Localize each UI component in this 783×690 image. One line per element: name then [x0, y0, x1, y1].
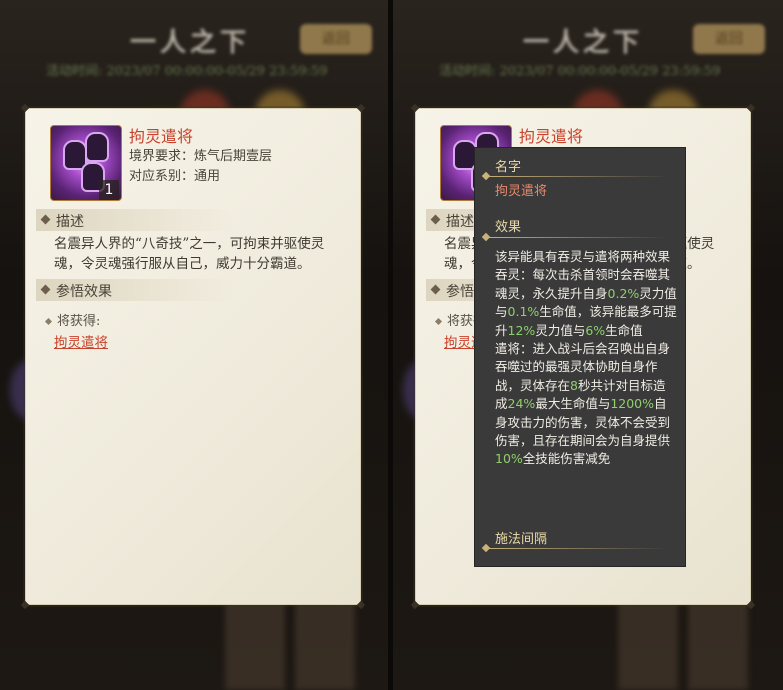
header-divider [483, 237, 668, 238]
card-corner [410, 103, 420, 113]
desc-text: 名震异人界的“八奇技”之一，可拘束并驱使灵魂，令灵魂强行服从自己，威力十分霸道。 [54, 236, 325, 272]
qianjiang-text: 最大生命值与 [535, 396, 611, 412]
realm-requirement: 境界要求：炼气后期壹层 [129, 149, 273, 164]
tunling-value: 0.2% [607, 285, 640, 301]
header-divider [483, 548, 668, 549]
bg-strip [295, 600, 355, 690]
diamond-icon [430, 214, 441, 225]
tooltip-interval-header: 施法间隔 [495, 532, 548, 547]
effect-intro: 该异能具有吞灵与遣将两种效果 [495, 249, 671, 264]
tunling-value: 12% [507, 322, 536, 338]
tunling-text: 生命值 [605, 322, 643, 338]
desc-title: 描述 [56, 214, 84, 230]
card-corner [356, 600, 366, 610]
tunling-text: 灵力值与 [535, 322, 586, 338]
effect-section-header: 参悟效果 [36, 279, 236, 301]
tooltip-skill-name: 拘灵遣将 [495, 184, 548, 199]
bg-event-time: 活动时间: 2023/07 00:00:00-05/29 23:59:59 [46, 64, 328, 79]
card-corner [356, 103, 366, 113]
qianjiang-text: 全技能伤害减免 [522, 451, 611, 467]
left-panel: 一人之下 返回 活动时间: 2023/07 00:00:00-05/29 23:… [0, 0, 388, 690]
card-corner [746, 600, 756, 610]
bg-strip [618, 600, 678, 690]
item-name: 拘灵遣将 [519, 127, 584, 146]
item-detail-card: 1 拘灵遣将 境界要求：炼气后期壹层 对应系别：通用 描述 名震异人界的“八奇技… [20, 103, 366, 610]
bullet-icon [44, 317, 53, 326]
tunling-effect: 吞灵：每次击杀首领时会吞噬其魂灵，永久提升自身0.2%灵力值与0.1%生命值，该… [495, 266, 677, 340]
obtain-skill-link[interactable]: 拘灵遣将 [54, 331, 108, 351]
ghost-shape [85, 132, 109, 162]
purple-ghost-spirits-icon[interactable]: 1 [50, 125, 122, 201]
series-text: 对应系别：通用 [129, 169, 221, 184]
card-corner [20, 600, 30, 610]
desc-section-header: 描述 [36, 209, 236, 231]
qianjiang-value: 1200% [610, 396, 655, 412]
item-count-badge: 1 [99, 180, 119, 200]
bg-return-button[interactable]: 返回 [693, 24, 765, 54]
card-corner [410, 600, 420, 610]
tooltip-effect-body: 该异能具有吞灵与遣将两种效果 吞灵：每次击杀首领时会吞噬其魂灵，永久提升自身0.… [495, 248, 677, 469]
item-name: 拘灵遣将 [129, 127, 194, 146]
tunling-value: 0.1% [507, 304, 540, 320]
bg-strip [225, 600, 285, 690]
card-corner [746, 103, 756, 113]
diamond-icon [40, 214, 51, 225]
bg-strip [688, 600, 748, 690]
bg-event-time: 活动时间: 2023/07 00:00:00-05/29 23:59:59 [439, 64, 721, 79]
obtain-label-text: 将获得: [57, 314, 101, 329]
obtain-label: 将获得: [44, 310, 101, 329]
qianjiang-effect: 遣将：进入战斗后会召唤出自身吞噬过的最强灵体协助自身作战，灵体存在8秒共计对目标… [495, 340, 677, 469]
skill-tooltip: 名字 拘灵遣将 效果 该异能具有吞灵与遣将两种效果 吞灵：每次击杀首领时会吞噬其… [475, 148, 685, 566]
effect-title: 参悟效果 [56, 284, 112, 300]
diamond-icon [430, 284, 441, 295]
qianjiang-value: 24% [507, 396, 536, 412]
qianjiang-value: 10% [495, 451, 523, 467]
card-corner [20, 103, 30, 113]
header-divider [483, 176, 668, 177]
diamond-icon [40, 284, 51, 295]
tooltip-name-header: 名字 [495, 160, 522, 175]
qianjiang-value: 8 [570, 377, 578, 393]
bullet-icon [434, 317, 443, 326]
tunling-value: 6% [585, 322, 606, 338]
bg-game-title: 一人之下 [523, 28, 644, 58]
bg-return-button[interactable]: 返回 [300, 24, 372, 54]
bg-game-title: 一人之下 [130, 28, 251, 58]
desc-title: 描述 [446, 214, 474, 230]
tooltip-effect-header: 效果 [495, 220, 522, 235]
